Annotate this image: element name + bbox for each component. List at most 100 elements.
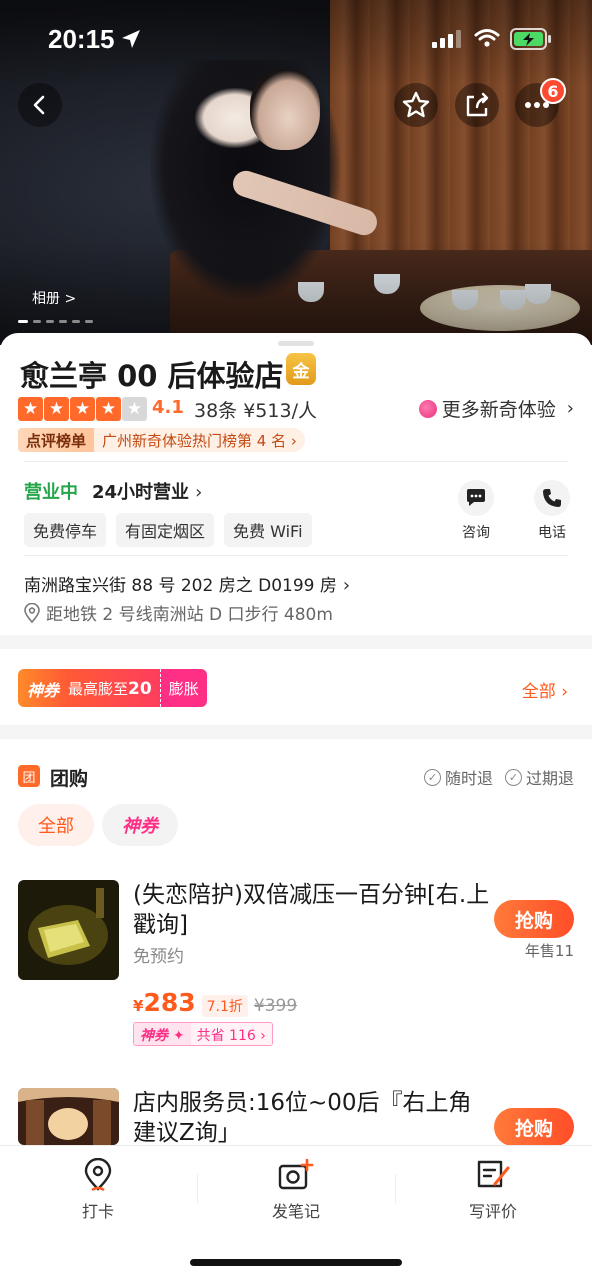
group-buy-title: 团购 [50, 768, 89, 790]
rating-stars: ★ ★ ★ ★ ★ [18, 397, 147, 421]
wifi-icon [474, 29, 500, 47]
favorite-button[interactable] [394, 83, 438, 127]
coupon-expand: 膨胀 [159, 669, 207, 707]
address-text: 南洲路宝兴街 88 号 202 房之 D0199 房 [24, 576, 337, 596]
chevron-right-icon: › [195, 482, 203, 503]
distance-info: 距地铁 2 号线南洲站 D 口步行 480m [24, 600, 333, 625]
checkin-label: 打卡 [81, 1202, 114, 1221]
ranking-banner[interactable]: 点评榜单 广州新奇体验热门榜第 4 名 › [18, 428, 305, 452]
camera-plus-icon [278, 1158, 314, 1190]
notification-badge: 6 [540, 78, 566, 104]
consult-button[interactable]: 咨询 [458, 480, 494, 542]
star-outline-icon [402, 91, 430, 118]
signal-icon [432, 30, 461, 48]
battery-icon [510, 28, 551, 50]
buy-button[interactable]: 抢购 [494, 900, 574, 938]
location-pin-icon [84, 1158, 112, 1192]
discount-tag: 7.1折 [201, 995, 248, 1017]
group-buy-header: 团 团购 ✓ 随时退 ✓ 过期退 [18, 765, 574, 790]
checkin-tab[interactable]: 打卡 [38, 1158, 158, 1222]
rank-text: 广州新奇体验热门榜第 4 名 › [94, 428, 305, 452]
home-indicator[interactable] [190, 1259, 402, 1266]
deal-thumbnail [18, 1088, 119, 1145]
contact-actions: 咨询 电话 [458, 480, 570, 542]
yearly-sales: 年售11 [524, 942, 574, 960]
star-icon: ★ [44, 397, 69, 421]
experience-icon [418, 399, 437, 418]
divider [24, 555, 568, 556]
more-experience-label: 更多新奇体验 [441, 399, 556, 421]
coupon-brand: 神券 [18, 669, 69, 707]
facility-tag: 免费 WiFi [224, 513, 312, 547]
share-button[interactable] [455, 83, 499, 127]
group-buy-filters: 全部 神券 [18, 804, 178, 846]
refund-guarantees: ✓ 随时退 ✓ 过期退 [423, 765, 574, 789]
coupon-banner[interactable]: 神券 最高膨至20 膨胀 [18, 669, 207, 707]
deal-title: 店内服务员:16位~00后『右上角建议Z询」 [133, 1090, 472, 1145]
shop-card: 愈兰亭 00 后体验店 金 ★ ★ ★ ★ ★ 4.1 38条 ¥513/人 更… [0, 333, 592, 1145]
write-review-label: 写评价 [468, 1202, 517, 1221]
phone-label: 电话 [538, 525, 566, 541]
filter-all[interactable]: 全部 [18, 804, 94, 846]
gold-level-badge: 金 [286, 353, 316, 385]
tab-separator [197, 1174, 198, 1204]
shop-name: 愈兰亭 00 后体验店 [20, 359, 284, 393]
refund-anytime: ✓ 随时退 [423, 765, 493, 789]
post-note-tab[interactable]: 发笔记 [236, 1158, 356, 1222]
star-icon: ★ [70, 397, 95, 421]
share-icon [466, 92, 489, 117]
group-buy-icon: 团 [18, 765, 40, 787]
facility-tags: 免费停车 有固定烟区 免费 WiFi [24, 513, 312, 547]
rating-score: 4.1 [152, 397, 184, 418]
status-bar: 20:15 [0, 0, 592, 80]
back-button[interactable] [18, 83, 62, 127]
original-price: ¥399 [253, 996, 298, 1016]
coupon-row: 神券 最高膨至20 膨胀 全部 › [18, 669, 574, 707]
buy-button[interactable]: 抢购 [494, 1108, 574, 1145]
price-row: ¥283 7.1折 ¥399 [133, 988, 297, 1017]
location-arrow-icon [122, 30, 140, 48]
reviews-and-price[interactable]: 38条 ¥513/人 [194, 396, 317, 423]
section-gap [0, 725, 592, 739]
album-link[interactable]: 相册 > [32, 288, 76, 308]
post-note-label: 发笔记 [271, 1202, 320, 1221]
tab-separator [395, 1174, 396, 1204]
coupon-all-link[interactable]: 全部 › [522, 677, 568, 702]
coupon-text: 最高膨至20 [68, 669, 160, 707]
rating-row: ★ ★ ★ ★ ★ 4.1 38条 ¥513/人 更多新奇体验 › [18, 397, 574, 423]
coupon-saving-amount: 共省 116 › [190, 1023, 272, 1045]
status-time: 20:15 [48, 24, 115, 54]
rank-tag: 点评榜单 [18, 428, 95, 452]
bottom-action-bar: 打卡 发笔记 写评价 [0, 1145, 592, 1280]
chevron-right-icon: › [342, 575, 351, 596]
consult-label: 咨询 [462, 525, 490, 541]
deal-item[interactable]: 店内服务员:16位~00后『右上角建议Z询」 抢购 [18, 1088, 574, 1145]
divider [24, 461, 568, 462]
write-review-tab[interactable]: 写评价 [433, 1158, 553, 1222]
more-experience-link[interactable]: 更多新奇体验 › [418, 395, 574, 422]
coupon-saving-tag[interactable]: 神券 ✦ 共省 116 › [133, 1022, 273, 1046]
deal-title: (失恋陪护)双倍减压一百分钟[右.上戳询] [133, 882, 490, 938]
business-hours[interactable]: 营业中 24小时营业 › [24, 478, 202, 504]
open-status: 营业中 [24, 482, 78, 503]
check-circle-icon: ✓ [423, 768, 441, 786]
location-pin-icon [24, 602, 40, 623]
drag-handle[interactable] [278, 341, 314, 346]
photo-pager [18, 320, 93, 323]
refund-expired: ✓ 过期退 [504, 765, 574, 789]
phone-icon [534, 480, 570, 516]
star-icon: ★ [96, 397, 121, 421]
filter-coupon[interactable]: 神券 [102, 804, 178, 846]
phone-button[interactable]: 电话 [534, 480, 570, 542]
deal-thumbnail [18, 880, 119, 980]
facility-tag: 免费停车 [24, 513, 107, 547]
check-circle-icon: ✓ [504, 768, 522, 786]
coupon-saving-brand: 神券 ✦ [134, 1023, 191, 1045]
facility-tag: 有固定烟区 [116, 513, 215, 547]
edit-review-icon [477, 1160, 510, 1188]
address-link[interactable]: 南洲路宝兴街 88 号 202 房之 D0199 房 › [24, 571, 350, 596]
chevron-right-icon: › [566, 398, 574, 419]
star-icon: ★ [122, 397, 147, 421]
distance-text: 距地铁 2 号线南洲站 D 口步行 480m [46, 605, 333, 625]
deal-item[interactable]: (失恋陪护)双倍减压一百分钟[右.上戳询] 免预约 抢购 年售11 ¥283 7… [18, 880, 574, 1060]
